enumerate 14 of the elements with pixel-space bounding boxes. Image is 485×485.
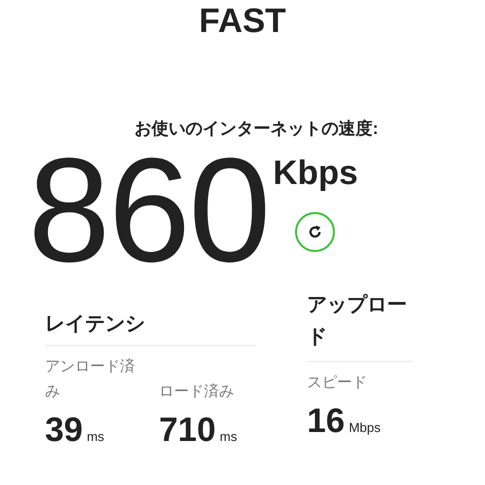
section-title: レイテンシ — [45, 312, 146, 337]
metric-label: スピード — [307, 373, 368, 393]
metric-value: 16 — [307, 401, 345, 441]
metric-unit: ms — [86, 429, 104, 444]
refresh-button[interactable] — [295, 212, 336, 252]
metric-unit: ms — [220, 429, 238, 444]
logo: FAST — [198, 2, 287, 40]
speed-unit: Kbps — [272, 154, 358, 192]
metric-unit: Mbps — [348, 420, 381, 435]
metric-label: アンロード済み — [45, 357, 136, 402]
metric-value: 39 — [45, 410, 83, 450]
metric-label: ロード済み — [159, 382, 235, 402]
metric-value: 710 — [159, 410, 216, 450]
section-title: アップロード — [307, 292, 407, 350]
